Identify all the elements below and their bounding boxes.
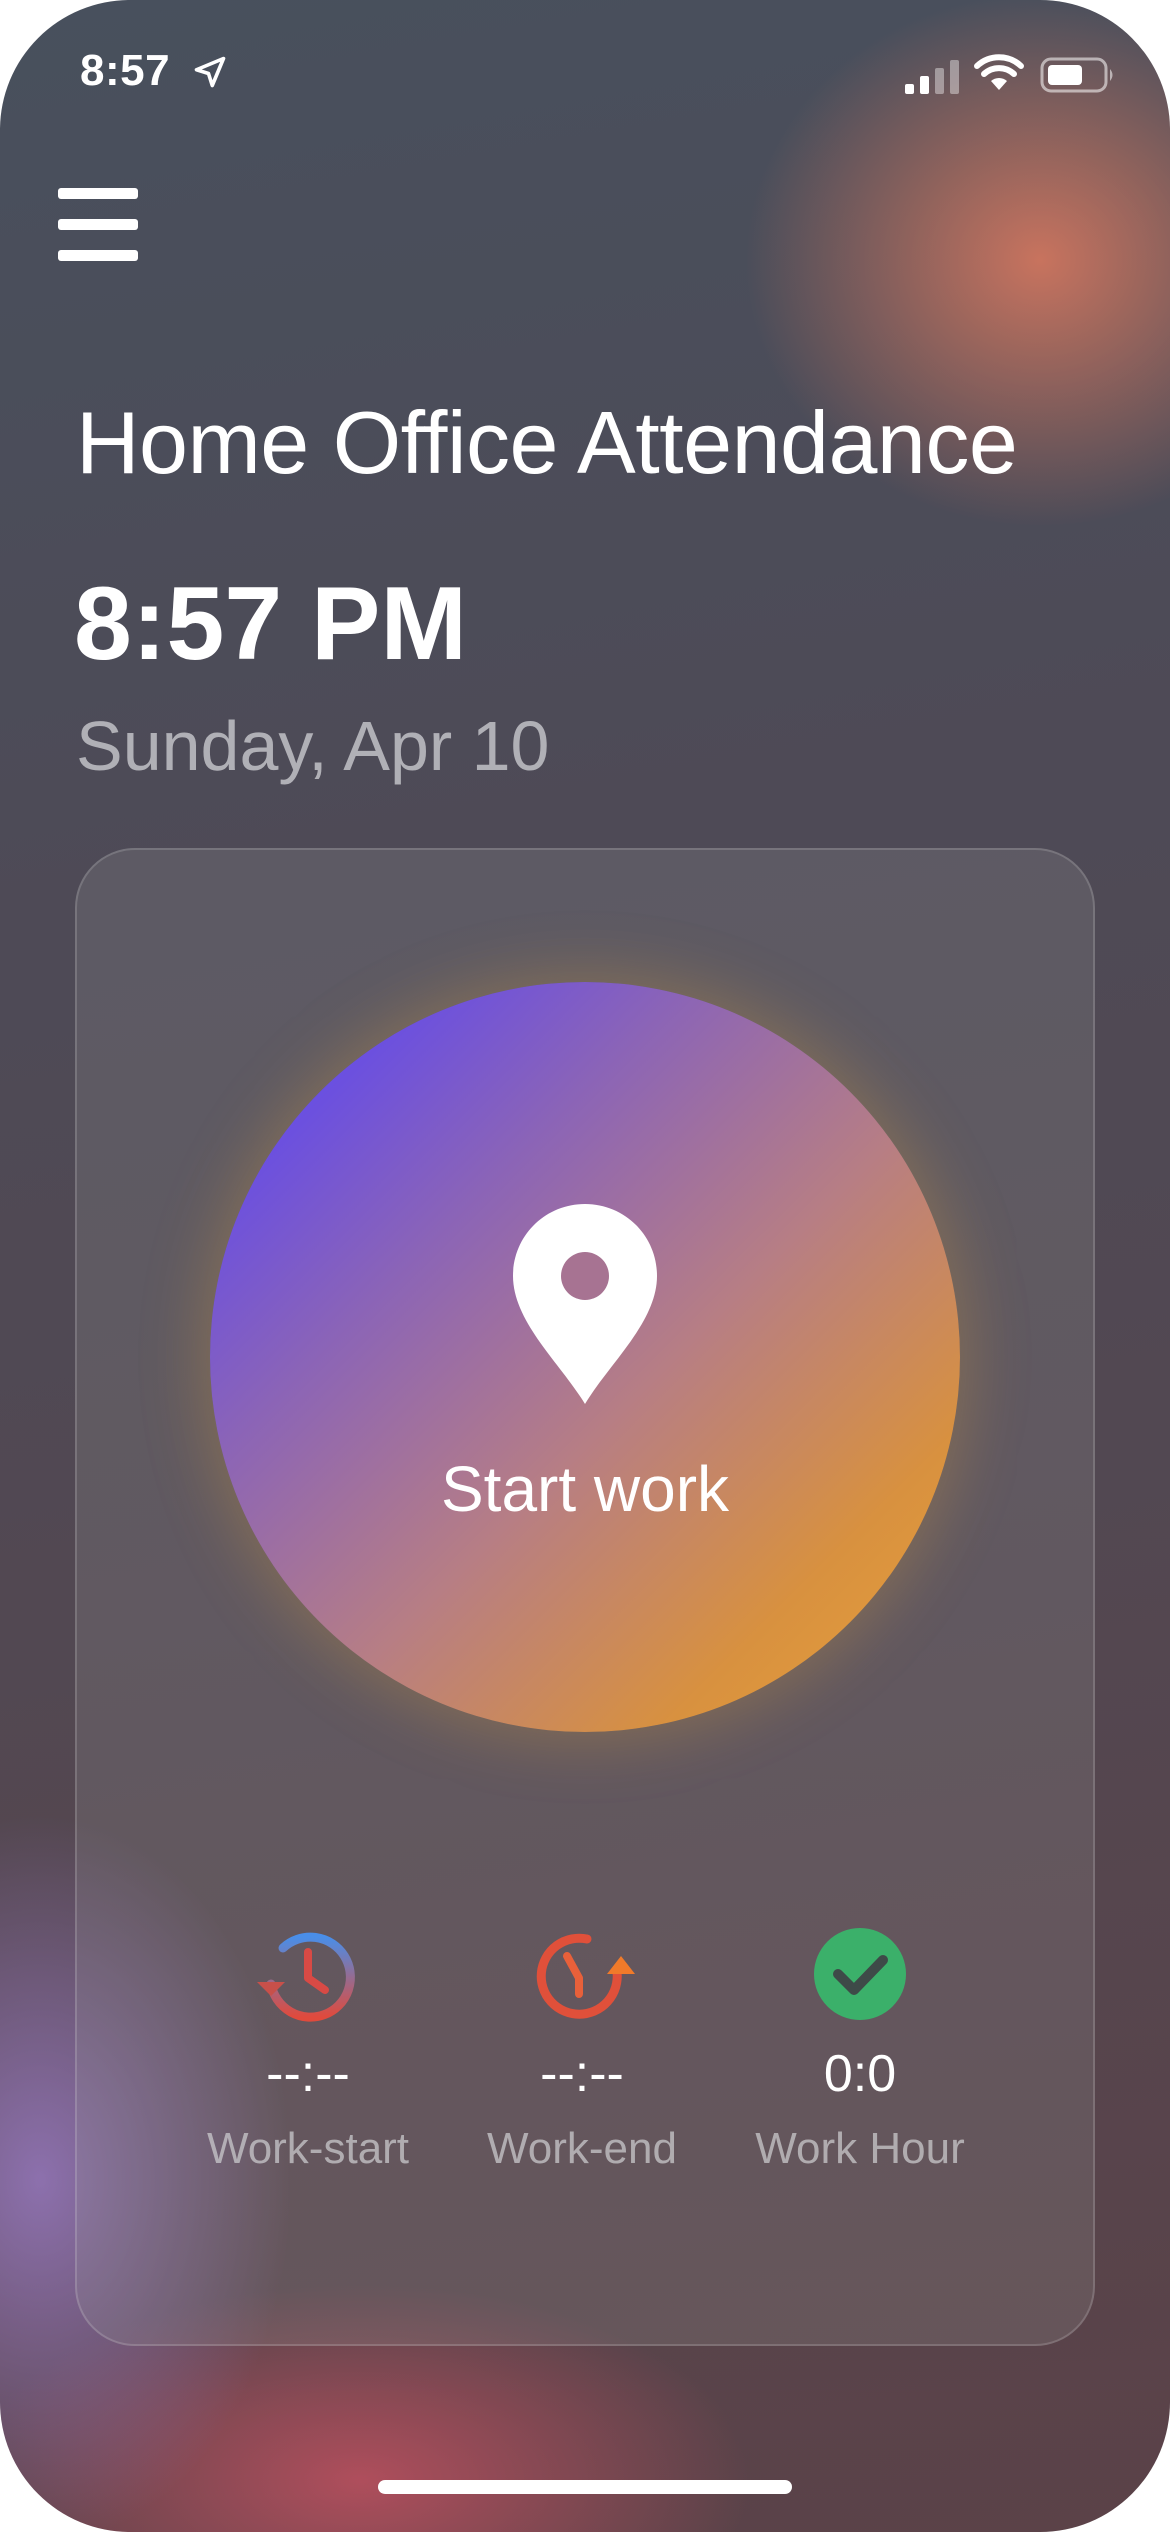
status-bar: 8:57	[0, 0, 1170, 150]
work-end-label: Work-end	[487, 2124, 677, 2173]
status-time: 8:57	[80, 46, 171, 95]
current-date: Sunday, Apr 10	[76, 707, 550, 785]
work-start-stat: --:-- Work-start	[158, 1922, 458, 2173]
cellular-signal-icon	[905, 60, 959, 94]
current-time: 8:57 PM	[74, 566, 468, 682]
location-arrow-icon	[194, 56, 226, 88]
hamburger-menu-button[interactable]	[58, 188, 138, 261]
start-work-button[interactable]: Start work	[210, 982, 960, 1732]
wifi-icon	[974, 54, 1024, 90]
work-start-value: --:--	[266, 2045, 350, 2103]
work-start-label: Work-start	[206, 2124, 410, 2173]
page-title: Home Office Attendance	[76, 393, 1018, 492]
start-work-label: Start work	[440, 1453, 730, 1525]
menu-bar-icon	[58, 250, 138, 261]
battery-icon	[1040, 57, 1113, 93]
menu-bar-icon	[58, 188, 138, 199]
work-hour-stat: 0:0 Work Hour	[710, 1922, 1010, 2173]
menu-bar-icon	[58, 219, 138, 230]
work-hour-value: 0:0	[823, 2045, 897, 2103]
work-end-stat: --:-- Work-end	[432, 1922, 732, 2173]
clock-forward-icon	[536, 1933, 635, 2019]
phone-screen: 8:57 Home Office Attendance 8:57 PM Sund…	[0, 0, 1170, 2532]
map-pin-icon	[513, 1204, 657, 1404]
check-circle-icon	[814, 1928, 906, 2020]
work-end-value: --:--	[540, 2045, 624, 2103]
work-hour-label: Work Hour	[755, 2124, 965, 2173]
history-clock-icon	[257, 1932, 355, 2022]
home-indicator[interactable]	[378, 2480, 792, 2494]
